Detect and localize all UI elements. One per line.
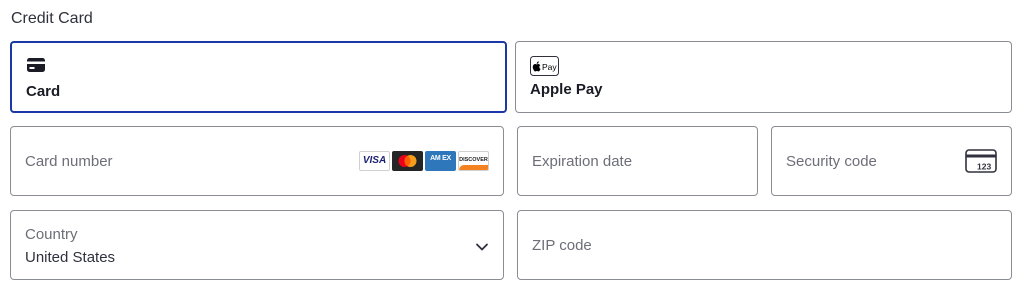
svg-text:123: 123 [977, 162, 991, 172]
apple-pay-icon: Pay [530, 56, 559, 81]
card-icon [26, 57, 46, 78]
tab-apple-pay[interactable]: Pay Apple Pay [515, 41, 1012, 113]
zip-code-input[interactable] [518, 211, 1011, 279]
chevron-down-icon [475, 239, 489, 257]
tab-card[interactable]: Card [10, 41, 507, 113]
discover-logo: DISCOVER [458, 151, 489, 171]
expiration-date-field[interactable] [517, 126, 758, 196]
card-brand-logos: VISA AM EX DISCOVER [359, 151, 489, 171]
expiration-date-input[interactable] [518, 127, 757, 195]
country-select[interactable]: Country United States [10, 210, 504, 280]
cvc-card-icon: 123 [965, 149, 997, 178]
security-code-field[interactable]: 123 [771, 126, 1012, 196]
tab-card-label: Card [26, 83, 61, 100]
mastercard-logo [392, 151, 423, 171]
card-number-field[interactable]: VISA AM EX DISCOVER [10, 126, 504, 196]
zip-code-field[interactable] [517, 210, 1012, 280]
svg-text:Pay: Pay [542, 62, 557, 72]
section-title: Credit Card [11, 10, 93, 27]
tab-apple-pay-label: Apple Pay [530, 81, 603, 98]
amex-logo: AM EX [425, 151, 456, 171]
country-value: United States [25, 249, 116, 266]
visa-logo: VISA [359, 151, 390, 171]
country-label: Country [25, 226, 78, 243]
